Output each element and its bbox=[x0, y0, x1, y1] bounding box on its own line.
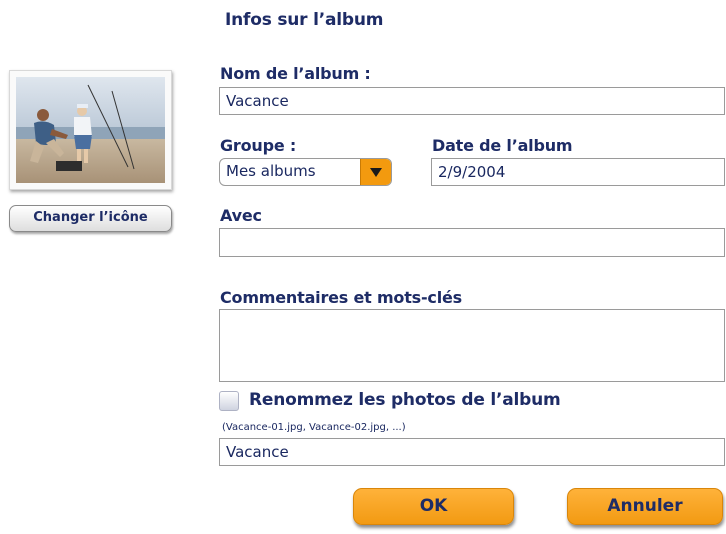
album-name-input[interactable]: Vacance bbox=[219, 87, 725, 115]
group-label: Groupe : bbox=[220, 136, 297, 155]
rename-photos-label[interactable]: Renommez les photos de l’album bbox=[249, 390, 561, 410]
group-select-value: Mes albums bbox=[226, 162, 316, 180]
album-date-label: Date de l’album bbox=[432, 136, 573, 155]
ok-button[interactable]: OK bbox=[353, 488, 514, 525]
album-thumbnail[interactable] bbox=[9, 70, 172, 190]
dialog-title: Infos sur l’album bbox=[225, 10, 384, 30]
rename-prefix-input[interactable]: Vacance bbox=[219, 438, 725, 466]
rename-photos-checkbox[interactable] bbox=[219, 391, 239, 411]
album-date-input[interactable]: 2/9/2004 bbox=[431, 158, 725, 186]
change-icon-button[interactable]: Changer l’icône bbox=[9, 205, 172, 232]
with-input[interactable] bbox=[219, 228, 725, 257]
group-select[interactable]: Mes albums bbox=[219, 158, 392, 186]
with-label: Avec bbox=[220, 206, 262, 225]
dropdown-arrow-icon[interactable] bbox=[360, 159, 391, 185]
album-photo bbox=[16, 77, 165, 183]
album-name-label: Nom de l’album : bbox=[220, 64, 371, 83]
comments-textarea[interactable] bbox=[219, 309, 725, 382]
comments-label: Commentaires et mots-clés bbox=[220, 288, 462, 307]
rename-example-hint: (Vacance-01.jpg, Vacance-02.jpg, ...) bbox=[222, 422, 406, 433]
cancel-button[interactable]: Annuler bbox=[567, 488, 723, 525]
